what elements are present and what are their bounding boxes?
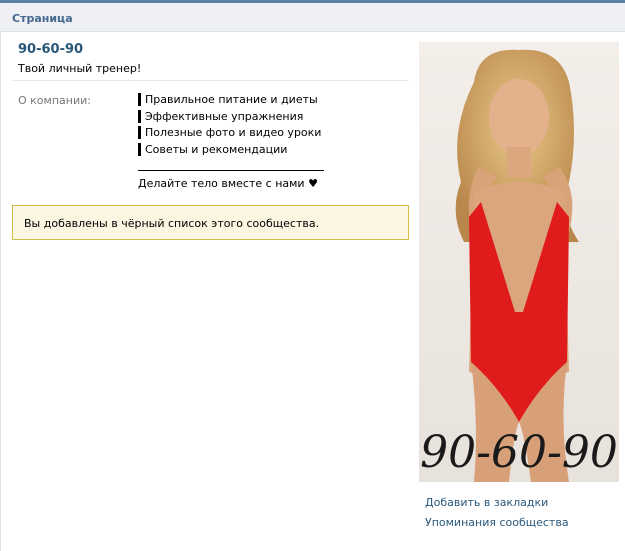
avatar-illustration: 90-60-90 xyxy=(419,42,619,482)
about-item: Эффективные упражнения xyxy=(138,109,321,127)
about-underline xyxy=(138,170,324,171)
about-item: Правильное питание и диеты xyxy=(138,93,321,110)
group-status: Твой личный тренер! xyxy=(18,62,142,75)
about-item-text: Советы и рекомендации xyxy=(145,142,288,156)
about-item: Полезные фото и видео уроки xyxy=(138,126,321,143)
page-title: Страница xyxy=(12,12,73,25)
neck-shape xyxy=(507,147,531,177)
blacklist-notice: Вы добавлены в чёрный список этого сообщ… xyxy=(12,205,409,240)
bullet-bar-icon xyxy=(138,126,141,139)
bullet-bar-icon xyxy=(138,142,141,156)
about-label: О компании: xyxy=(18,94,91,107)
community-mentions-link[interactable]: Упоминания сообщества xyxy=(425,516,569,529)
face-shape xyxy=(489,79,549,155)
add-to-bookmarks-link[interactable]: Добавить в закладки xyxy=(425,496,548,509)
info-divider xyxy=(12,80,409,81)
bullet-bar-icon xyxy=(138,109,141,123)
avatar-caption: 90-60-90 xyxy=(420,427,618,478)
about-item-text: Правильное питание и диеты xyxy=(145,93,318,106)
about-item: Советы и рекомендации xyxy=(138,142,321,160)
about-list: Правильное питание и диеты Эффективные у… xyxy=(138,93,321,159)
about-footer: Делайте тело вместе с нами ♥ xyxy=(138,177,318,190)
group-avatar[interactable]: 90-60-90 xyxy=(419,42,619,482)
group-name-link[interactable]: 90-60-90 xyxy=(18,42,83,57)
bullet-bar-icon xyxy=(138,93,141,106)
about-item-text: Полезные фото и видео уроки xyxy=(145,126,322,139)
page-header: Страница xyxy=(0,3,625,32)
about-item-text: Эффективные упражнения xyxy=(145,109,304,123)
page-left-border xyxy=(0,3,1,551)
blacklist-notice-text: Вы добавлены в чёрный список этого сообщ… xyxy=(24,217,320,230)
